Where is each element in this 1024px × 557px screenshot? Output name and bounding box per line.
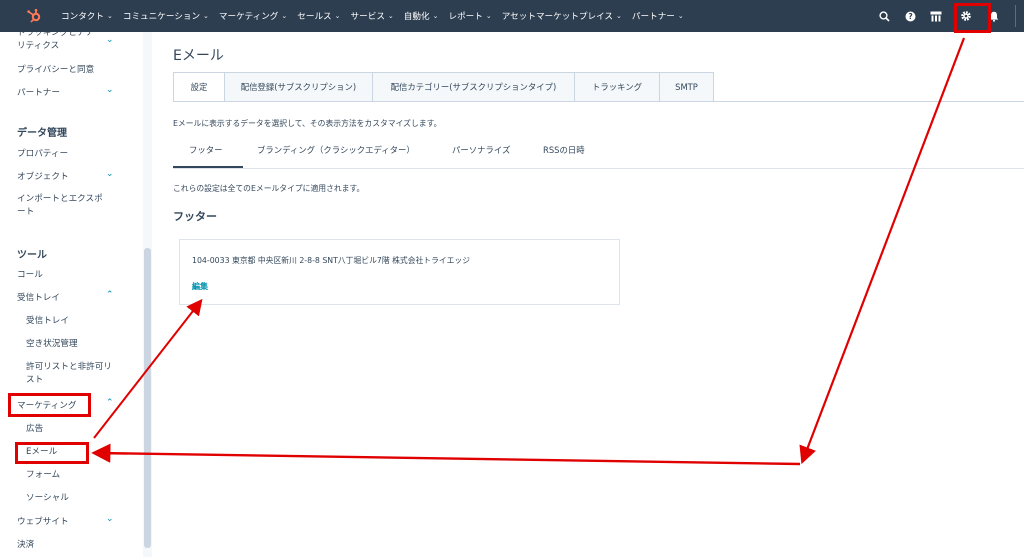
chevron-down-icon[interactable]: ⌄ (106, 514, 114, 524)
nav-asset-marketplace[interactable]: アセットマーケットプレイス ⌄ (497, 0, 627, 32)
tab-smtp[interactable]: SMTP (660, 72, 714, 102)
chevron-down-icon[interactable]: ⌄ (106, 85, 114, 95)
chevron-up-icon[interactable]: ⌃ (106, 398, 114, 408)
top-navigation-bar: コンタクト ⌄ コミュニケーション ⌄ マーケティング ⌄ セールス ⌄ サービス ⌄ 自… (0, 0, 1024, 32)
sidebar-scrollbar[interactable] (143, 32, 152, 557)
tab-subscription-types[interactable]: 配信カテゴリー(サブスクリプションタイプ) (373, 72, 575, 102)
nav-label: パートナー (631, 12, 675, 22)
chevron-down-icon: ⌄ (334, 12, 341, 20)
settings-tabs: 設定 配信登録(サブスクリプション) 配信カテゴリー(サブスクリプションタイプ)… (173, 72, 714, 102)
nav-partner[interactable]: パートナー ⌄ (627, 0, 689, 32)
tab-tracking[interactable]: トラッキング (575, 72, 660, 102)
sidebar-subitem-ads[interactable]: 広告 (26, 423, 43, 436)
nav-sales[interactable]: セールス ⌄ (292, 0, 345, 32)
chevron-down-icon[interactable]: ⌄ (106, 169, 114, 179)
sidebar-item-import-export[interactable]: インポートとエクスポ ート (17, 193, 103, 219)
highlight-settings-icon (954, 3, 991, 33)
nav-label: アセットマーケットプレイス (501, 12, 614, 22)
subtab-footer[interactable]: フッター (189, 144, 223, 156)
search-icon[interactable] (871, 0, 897, 32)
chevron-down-icon: ⌄ (677, 12, 684, 20)
nav-service[interactable]: サービス ⌄ (346, 0, 399, 32)
sidebar-item-privacy-consent[interactable]: プライバシーと同意 (17, 64, 94, 77)
tab-subscriptions[interactable]: 配信登録(サブスクリプション) (225, 72, 373, 102)
subtab-personalize[interactable]: パーソナライズ (452, 144, 510, 156)
nav-label: コンタクト (61, 12, 104, 22)
sidebar-item-objects[interactable]: オブジェクト (17, 171, 69, 184)
nav-divider (1015, 5, 1016, 27)
page-title: Eメール (173, 48, 224, 64)
edit-footer-link[interactable]: 編集 (192, 281, 208, 292)
sidebar-item-website[interactable]: ウェブサイト (17, 516, 69, 529)
nav-reports[interactable]: レポート ⌄ (443, 0, 496, 32)
main-menu: コンタクト ⌄ コミュニケーション ⌄ マーケティング ⌄ セールス ⌄ サービス ⌄ 自… (56, 0, 689, 32)
scrollbar-thumb[interactable] (144, 248, 151, 548)
sidebar-item-calling[interactable]: コール (17, 269, 43, 282)
sidebar-heading-tools: ツール (17, 250, 47, 261)
chevron-down-icon: ⌄ (387, 12, 394, 20)
chevron-down-icon: ⌄ (281, 12, 288, 20)
highlight-sidebar-marketing (8, 393, 91, 417)
settings-description: Eメールに表示するデータを選択して、その表示方法をカスタマイズします。 (173, 119, 442, 128)
section-title-footer: フッター (173, 210, 217, 223)
footer-card: 104-0033 東京都 中央区新川 2-8-8 SNT八丁堀ビル7階 株式会社… (179, 239, 620, 305)
nav-label: セールス (297, 12, 332, 22)
chevron-down-icon: ⌄ (616, 12, 622, 20)
sidebar-item-payments[interactable]: 決済 (17, 539, 34, 552)
nav-automation[interactable]: 自動化 ⌄ (399, 0, 444, 32)
sidebar-item-tracking-analytics[interactable]: トラッキングとアナ リティクス (17, 32, 94, 53)
sidebar-subitem-allow-deny-list[interactable]: 許可リストと非許可リ スト (26, 361, 112, 387)
tabs-divider (173, 101, 1024, 102)
sidebar-subitem-forms[interactable]: フォーム (26, 469, 60, 482)
nav-label: 自動化 (403, 12, 430, 22)
nav-label: マーケティング (218, 12, 279, 22)
tab-settings[interactable]: 設定 (173, 72, 225, 102)
hubspot-logo-icon[interactable] (18, 0, 50, 32)
nav-marketing[interactable]: マーケティング ⌄ (214, 0, 292, 32)
chevron-down-icon: ⌄ (203, 12, 209, 20)
chevron-down-icon: ⌄ (432, 12, 439, 20)
chevron-down-icon[interactable]: ⌄ (106, 35, 114, 45)
chevron-down-icon: ⌄ (485, 12, 492, 20)
sidebar-item-partner[interactable]: パートナー (17, 87, 60, 100)
chevron-up-icon[interactable]: ⌃ (106, 290, 114, 300)
chevron-down-icon: ⌄ (106, 12, 113, 20)
nav-label: サービス (350, 12, 385, 22)
sidebar-heading-data-management: データ管理 (17, 128, 67, 139)
subtab-branding-classic[interactable]: ブランディング（クラシックエディター） (257, 144, 415, 156)
settings-sidebar: トラッキングとアナ リティクス ⌄ プライバシーと同意 パートナー ⌄ データ管… (0, 32, 152, 557)
nav-contacts[interactable]: コンタクト ⌄ (56, 0, 118, 32)
sidebar-item-inbox[interactable]: 受信トレイ (17, 292, 60, 305)
subtabs-divider (173, 168, 1024, 169)
sidebar-subitem-social[interactable]: ソーシャル (26, 492, 69, 505)
subtab-rss-date[interactable]: RSSの日時 (543, 144, 585, 156)
nav-label: コミュニケーション (122, 12, 201, 22)
sidebar-item-properties[interactable]: プロパティー (17, 148, 68, 161)
svg-text:?: ? (908, 12, 912, 21)
nav-utility-icons: ? (871, 0, 1024, 32)
main-content: Eメール 設定 配信登録(サブスクリプション) 配信カテゴリー(サブスクリプショ… (152, 32, 1024, 557)
sidebar-subitem-availability[interactable]: 空き状況管理 (26, 338, 78, 351)
nav-label: レポート (448, 12, 483, 22)
footer-address: 104-0033 東京都 中央区新川 2-8-8 SNT八丁堀ビル7階 株式会社… (192, 256, 470, 265)
help-icon[interactable]: ? (897, 0, 923, 32)
settings-note: これらの設定は全てのEメールタイプに適用されます。 (173, 184, 365, 193)
sidebar-subitem-inbox[interactable]: 受信トレイ (26, 315, 69, 328)
nav-conversations[interactable]: コミュニケーション ⌄ (118, 0, 214, 32)
highlight-sidebar-email (15, 442, 89, 464)
marketplace-icon[interactable] (923, 0, 949, 32)
